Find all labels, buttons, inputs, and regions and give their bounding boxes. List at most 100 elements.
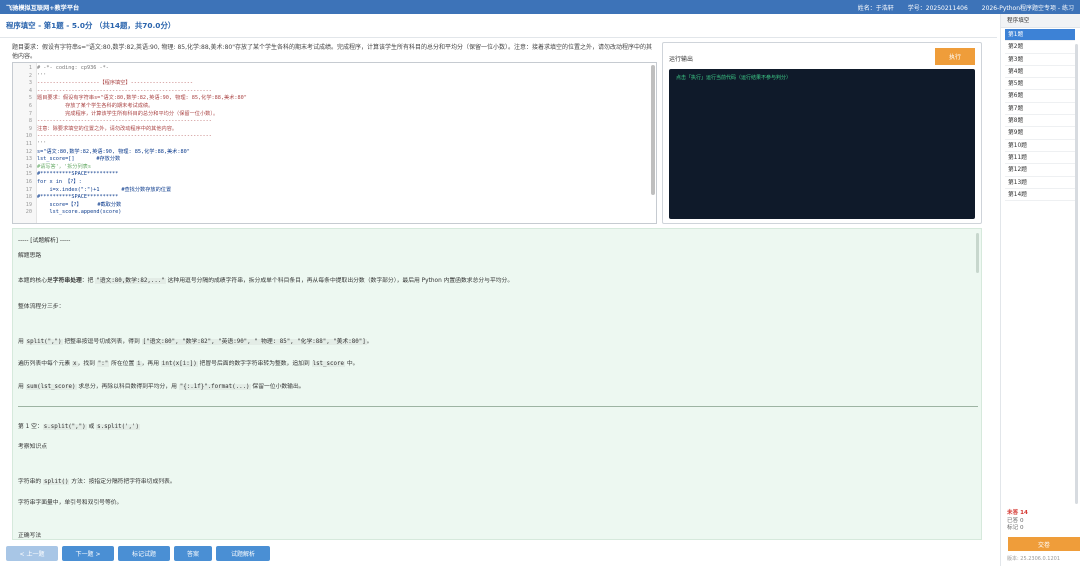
prev-question-button[interactable]: < 上一题: [6, 546, 58, 561]
question-nav-item[interactable]: 第3题: [1005, 54, 1075, 66]
code-line[interactable]: 5 题目要求：假设有字符串s="语文:80,数学:82,英语:90, 物理: 85…: [13, 95, 656, 103]
line-number: 1: [28, 65, 32, 71]
knowledge-title: 考察知识点: [18, 444, 47, 450]
code-line[interactable]: 9 注意：除要求填空的位置之外，请勿改动程序中的其他内容。: [13, 126, 656, 134]
question-nav-item[interactable]: 第1题: [1005, 29, 1075, 42]
console-hint: 点击「执行」运行当前代码（运行结果不参与判分）: [676, 75, 792, 81]
question-titlebar: 程序填空 - 第1题 - 5.0分 （共14题，共70.0分）: [0, 14, 997, 38]
question-nav-item[interactable]: 第7题: [1005, 103, 1075, 116]
navigator-scrollbar[interactable]: [1075, 44, 1078, 504]
code-text[interactable]: ''': [37, 141, 656, 149]
submit-exam-button[interactable]: 交卷: [1008, 537, 1080, 551]
question-nav-item[interactable]: 第5题: [1005, 78, 1075, 91]
code-lines[interactable]: 1 # -*- coding: cp936 -*- 2 ''' 3 -----------…: [13, 65, 656, 217]
version-label: 版本: 25.2306.0.1201: [1007, 556, 1061, 562]
code-text[interactable]: s="语文:80,数学:82,英语:90, 物理: 85,化学:88,美术:80…: [37, 149, 656, 157]
line-number: 17: [25, 186, 32, 193]
inline-code: s.split(","): [42, 424, 87, 430]
analysis-scrollbar[interactable]: [976, 233, 979, 273]
code-text[interactable]: i=x.index(":")+1 #查找分数存放的位置: [37, 187, 656, 195]
code-text[interactable]: score=【?】 #截取分数: [37, 202, 656, 210]
question-nav-item[interactable]: 第8题: [1005, 115, 1075, 128]
question-nav-item[interactable]: 第14题: [1005, 189, 1075, 202]
code-line[interactable]: 16 for x in 【?】:: [13, 179, 656, 187]
code-text[interactable]: #请写答'，'拆分列表s: [37, 164, 656, 172]
code-line[interactable]: 18 #**********SPACE**********: [13, 194, 656, 202]
question-nav-item[interactable]: 第10题: [1005, 140, 1075, 152]
correct-usage-title: 正确写法: [18, 533, 42, 539]
analysis-step-1: 用 split(",") 把整串按逗号切成列表，得到 ["语文:80", "数学…: [18, 336, 373, 345]
code-line[interactable]: 17 i=x.index(":")+1 #查找分数存放的位置: [13, 186, 656, 195]
analysis-button[interactable]: 试题解析: [216, 546, 270, 561]
inline-code: sum(lst_score): [25, 384, 77, 390]
code-text[interactable]: lst_score.append(score): [37, 209, 656, 217]
code-line[interactable]: 19 score=【?】 #截取分数: [13, 202, 656, 210]
analysis-panel: ----- [试题解析] ----- 解题思路 本题的核心是字符串处理：把 "语…: [12, 228, 982, 540]
navigator-title: 程序填空: [1001, 14, 1080, 28]
code-text[interactable]: 注意：除要求填空的位置之外，请勿改动程序中的其他内容。: [37, 126, 656, 134]
answer-button[interactable]: 答案: [174, 546, 212, 561]
code-line[interactable]: 1 # -*- coding: cp936 -*-: [13, 65, 656, 73]
question-nav-item[interactable]: 第2题: [1005, 41, 1075, 54]
unanswered-count: 未答 14: [1007, 510, 1028, 516]
code-line[interactable]: 13 lst_score=[] #存放分数: [13, 156, 656, 164]
code-line[interactable]: 20 lst_score.append(score): [13, 209, 656, 217]
question-nav-item[interactable]: 第6题: [1005, 90, 1075, 103]
code-editor[interactable]: 1 # -*- coding: cp936 -*- 2 ''' 3 -----------…: [12, 62, 657, 224]
text: ，找到: [77, 361, 97, 367]
code-text[interactable]: 题目要求：假设有字符串s="语文:80,数学:82,英语:90, 物理: 85,…: [37, 95, 656, 103]
text: 遍历列表中每个元素: [18, 361, 73, 367]
question-nav-item[interactable]: 第11题: [1005, 152, 1075, 165]
output-console: 点击「执行」运行当前代码（运行结果不参与判分）: [669, 69, 975, 219]
student-id: 学号：20250211406: [907, 4, 968, 12]
code-text[interactable]: ----------------------------------------…: [37, 133, 656, 141]
inline-code: split(","): [25, 339, 63, 345]
knowledge-point-2: 字符串字面量中，单引号和双引号等价。: [18, 500, 123, 506]
code-line[interactable]: 14 #请写答'，'拆分列表s: [13, 163, 656, 172]
top-bar: 飞驰模拟互联网+教学平台 姓名：于浩轩 学号：20250211406 2026-…: [0, 0, 1080, 14]
text: 求总分，再除以科目数得到平均分，用: [76, 384, 179, 390]
question-nav-item[interactable]: 第9题: [1005, 127, 1075, 140]
inline-code: ":": [96, 361, 110, 367]
code-text[interactable]: 存放了某个学生各科的期末考试成绩。: [37, 103, 656, 111]
line-number: 14: [25, 163, 32, 170]
student-name: 姓名：于浩轩: [857, 4, 894, 12]
editor-scrollbar[interactable]: [651, 65, 655, 195]
code-text[interactable]: ----------------------------------------…: [37, 118, 656, 126]
code-line[interactable]: 12 s="语文:80,数学:82,英语:90, 物理: 85,化学:88,美术:…: [13, 148, 656, 157]
line-number: 8: [28, 118, 32, 125]
line-number: 12: [25, 148, 32, 155]
code-text[interactable]: # -*- coding: cp936 -*-: [37, 65, 656, 73]
code-line[interactable]: 11 ''': [13, 141, 656, 149]
inline-code: ["语文:80", "数学:82", "英语:90", " 物理: 85", "…: [141, 339, 367, 345]
line-number: 18: [25, 194, 32, 201]
code-text[interactable]: --------------------【程序填空】--------------…: [37, 80, 656, 88]
code-line[interactable]: 10 --------------------------------------…: [13, 133, 656, 141]
run-button[interactable]: 执行: [935, 48, 975, 65]
code-line[interactable]: 7 完成程序，计算该学生所有科目的总分和平均分（保留一位小数）。: [13, 111, 656, 119]
question-nav-item[interactable]: 第12题: [1005, 164, 1075, 177]
code-line[interactable]: 8 ---------------------------------------…: [13, 118, 656, 126]
line-number: 3: [28, 80, 32, 87]
analysis-paragraph: 本题的核心是字符串处理：把 "语文:80,数学:82,..." 这种用逗号分隔的…: [18, 275, 513, 284]
code-line[interactable]: 6 存放了某个学生各科的期末考试成绩。: [13, 102, 656, 111]
code-text[interactable]: lst_score=[] #存放分数: [37, 156, 656, 164]
bold-text: 字符串处理: [52, 278, 82, 284]
text: ：把: [81, 278, 96, 284]
question-nav-item[interactable]: 第13题: [1005, 177, 1075, 189]
code-line[interactable]: 15 #**********SPACE**********: [13, 171, 656, 179]
line-number: 6: [28, 102, 32, 109]
code-text[interactable]: #**********SPACE**********: [37, 194, 656, 202]
mark-question-button[interactable]: 标记试题: [118, 546, 170, 561]
code-text[interactable]: for x in 【?】:: [37, 179, 656, 187]
next-question-button[interactable]: 下一题 >: [62, 546, 114, 561]
question-navigator: 程序填空 第1题 第2题 第3题 第4题 第5题 第6题 第7题 第8题 第9题 第10题 第11题…: [1000, 14, 1080, 566]
code-line[interactable]: 3 --------------------【程序填空】-------------…: [13, 80, 656, 88]
inline-code: s.split(','): [96, 424, 141, 430]
question-description: 题目要求：假设有字符串s="语文:80,数学:82,英语:90, 物理: 85,…: [12, 44, 652, 60]
code-text[interactable]: #**********SPACE**********: [37, 171, 656, 179]
question-nav-item[interactable]: 第4题: [1005, 66, 1075, 79]
text: 中。: [345, 361, 359, 367]
knowledge-point-1: 字符串的 split() 方法：按指定分隔符把字符串切成列表。: [18, 476, 176, 485]
code-text[interactable]: 完成程序，计算该学生所有科目的总分和平均分（保留一位小数）。: [37, 111, 656, 119]
